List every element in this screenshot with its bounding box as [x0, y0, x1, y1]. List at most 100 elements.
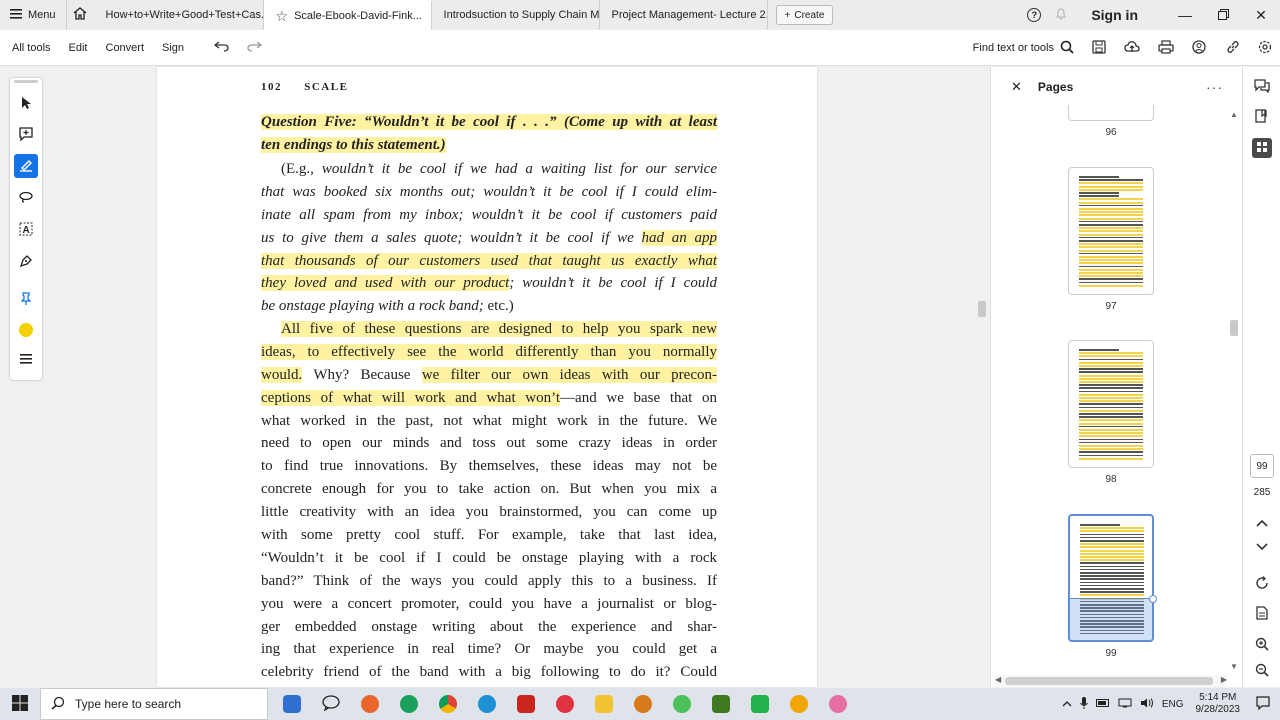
pages-panel-horizontal-scrollbar[interactable]: ◀ ▶ [995, 675, 1227, 687]
zoom-out-button[interactable] [1252, 661, 1272, 681]
pages-panel-scrollbar-thumb[interactable] [1230, 320, 1238, 336]
network-icon[interactable] [1118, 698, 1132, 711]
taskbar-app-acrobat[interactable] [506, 688, 545, 720]
more-tools-button[interactable] [14, 348, 38, 372]
taskbar-app-clock[interactable] [779, 688, 818, 720]
highlight-tool-button[interactable] [14, 154, 38, 178]
previous-page-button[interactable] [1252, 513, 1272, 533]
taskbar-search-box[interactable]: Type here to search [40, 688, 268, 720]
tab-project-management[interactable]: Project Management- Lecture 2... [600, 0, 768, 30]
sign-menu[interactable]: Sign [162, 42, 184, 54]
taskbar-app-store[interactable] [272, 688, 311, 720]
settings-gear-icon[interactable] [1258, 40, 1272, 57]
document-viewport[interactable]: 102 SCALE Question Five: “Wouldn’t it be… [46, 67, 988, 687]
scroll-left-arrow-icon[interactable]: ◀ [995, 675, 1001, 684]
show-hidden-icons-chevron-icon[interactable] [1062, 699, 1072, 710]
undo-icon[interactable] [213, 40, 230, 55]
taskbar-app-orange[interactable] [623, 688, 662, 720]
text-box-button[interactable]: A [14, 218, 38, 242]
scroll-down-arrow-icon[interactable]: ▼ [1230, 662, 1238, 671]
start-button[interactable] [0, 688, 40, 720]
taskbar-app-record[interactable] [545, 688, 584, 720]
more-options-icon[interactable]: ··· [1206, 79, 1223, 95]
microphone-icon[interactable] [1079, 696, 1088, 712]
horizontal-scrollbar-thumb[interactable] [1005, 677, 1213, 685]
taskbar-app-firefox[interactable] [350, 688, 389, 720]
sign-in-button[interactable]: Sign in [1091, 7, 1138, 23]
print-icon[interactable] [1158, 39, 1174, 57]
taskbar-app-wechat[interactable] [662, 688, 701, 720]
find-text-button[interactable]: Find text or tools [973, 40, 1074, 57]
pages-panel-scrollbar[interactable]: ▲ ▼ [1228, 110, 1240, 671]
language-indicator[interactable]: ENG [1162, 699, 1184, 710]
battery-icon[interactable] [1095, 698, 1110, 710]
taskbar-app-line[interactable] [740, 688, 779, 720]
visible-area-indicator[interactable] [1070, 598, 1152, 640]
upload-cloud-icon[interactable] [1124, 40, 1140, 57]
home-button[interactable] [65, 0, 94, 30]
taskbar-app-chrome[interactable] [428, 688, 467, 720]
edge-icon [399, 695, 418, 713]
folder-icon [594, 695, 613, 713]
scroll-up-arrow-icon[interactable]: ▲ [1230, 110, 1238, 119]
edit-menu[interactable]: Edit [69, 42, 88, 54]
pin-tool-button[interactable] [14, 288, 38, 312]
taskbar-app-chat[interactable] [311, 688, 350, 720]
pages-panel-button[interactable] [1252, 138, 1272, 158]
thumbnail-text-line [1079, 413, 1143, 415]
select-tool-button[interactable] [14, 92, 38, 116]
rotate-button[interactable] [1252, 574, 1272, 594]
bookmarks-panel-button[interactable] [1252, 107, 1272, 127]
page-thumbnail-97[interactable] [1068, 167, 1154, 295]
draw-tool-button[interactable] [14, 186, 38, 210]
tab-bar: Menu How+to+Write+Good+Test+Cas... ☆ Sca… [0, 0, 1280, 30]
page-thumbnail-98[interactable] [1068, 340, 1154, 468]
star-icon[interactable]: ☆ [276, 8, 289, 25]
tab-test-cases[interactable]: How+to+Write+Good+Test+Cas... [94, 0, 264, 30]
comments-panel-button[interactable] [1252, 77, 1272, 97]
all-tools-menu[interactable]: All tools [12, 42, 51, 54]
running-head: SCALE [304, 81, 349, 93]
current-page-input[interactable]: 99 [1250, 454, 1274, 478]
document-scrollbar-thumb[interactable] [978, 301, 986, 317]
visible-area-resize-handle[interactable] [1149, 595, 1157, 603]
redo-icon[interactable] [246, 40, 263, 55]
notifications-icon[interactable] [1256, 695, 1270, 713]
scroll-right-arrow-icon[interactable]: ▶ [1221, 675, 1227, 684]
thumbnail-text-line [1079, 409, 1143, 412]
add-comment-button[interactable] [14, 123, 38, 147]
menu-button[interactable]: Menu [0, 0, 66, 30]
taskbar-app-edge[interactable] [389, 688, 428, 720]
color-picker-button[interactable] [14, 318, 38, 342]
thumbnail-text-line [1079, 236, 1143, 239]
save-icon[interactable] [1092, 39, 1106, 57]
tab-supply-chain[interactable]: Introdsuction to Supply Chain M... [432, 0, 600, 30]
close-window-icon[interactable]: ✕ [1242, 7, 1280, 24]
create-button[interactable]: + Create [775, 5, 834, 25]
bell-icon[interactable] [1055, 7, 1067, 23]
sign-tool-button[interactable] [14, 250, 38, 274]
maximize-icon[interactable] [1204, 7, 1242, 23]
taskbar-app-files[interactable] [584, 688, 623, 720]
link-icon[interactable] [1226, 40, 1240, 57]
zoom-in-button[interactable] [1252, 635, 1272, 655]
help-icon[interactable]: ? [1027, 8, 1042, 22]
share-user-icon[interactable] [1192, 39, 1208, 57]
volume-icon[interactable] [1140, 697, 1154, 711]
taskbar-app-nvidia[interactable] [701, 688, 740, 720]
convert-menu[interactable]: Convert [106, 42, 145, 54]
tab-scale-ebook[interactable]: ☆ Scale-Ebook-David-Fink... ✕ [263, 0, 432, 30]
thumbnail-text-line [1079, 457, 1143, 460]
page-thumbnail-96[interactable] [1068, 105, 1154, 121]
page-display-button[interactable] [1252, 604, 1272, 624]
document-scrollbar[interactable] [976, 67, 988, 687]
page-thumbnail-99[interactable] [1068, 514, 1154, 642]
body-line: ger embedded onstage writing about the e… [261, 618, 717, 635]
pdf-page[interactable]: 102 SCALE Question Five: “Wouldn’t it be… [157, 67, 817, 687]
clock[interactable]: 5:14 PM 9/28/2023 [1196, 692, 1241, 716]
close-panel-icon[interactable]: ✕ [1011, 79, 1022, 95]
taskbar-app-blue[interactable] [467, 688, 506, 720]
taskbar-app-paint[interactable] [818, 688, 857, 720]
next-page-button[interactable] [1252, 537, 1272, 557]
minimize-icon[interactable]: — [1166, 7, 1204, 23]
